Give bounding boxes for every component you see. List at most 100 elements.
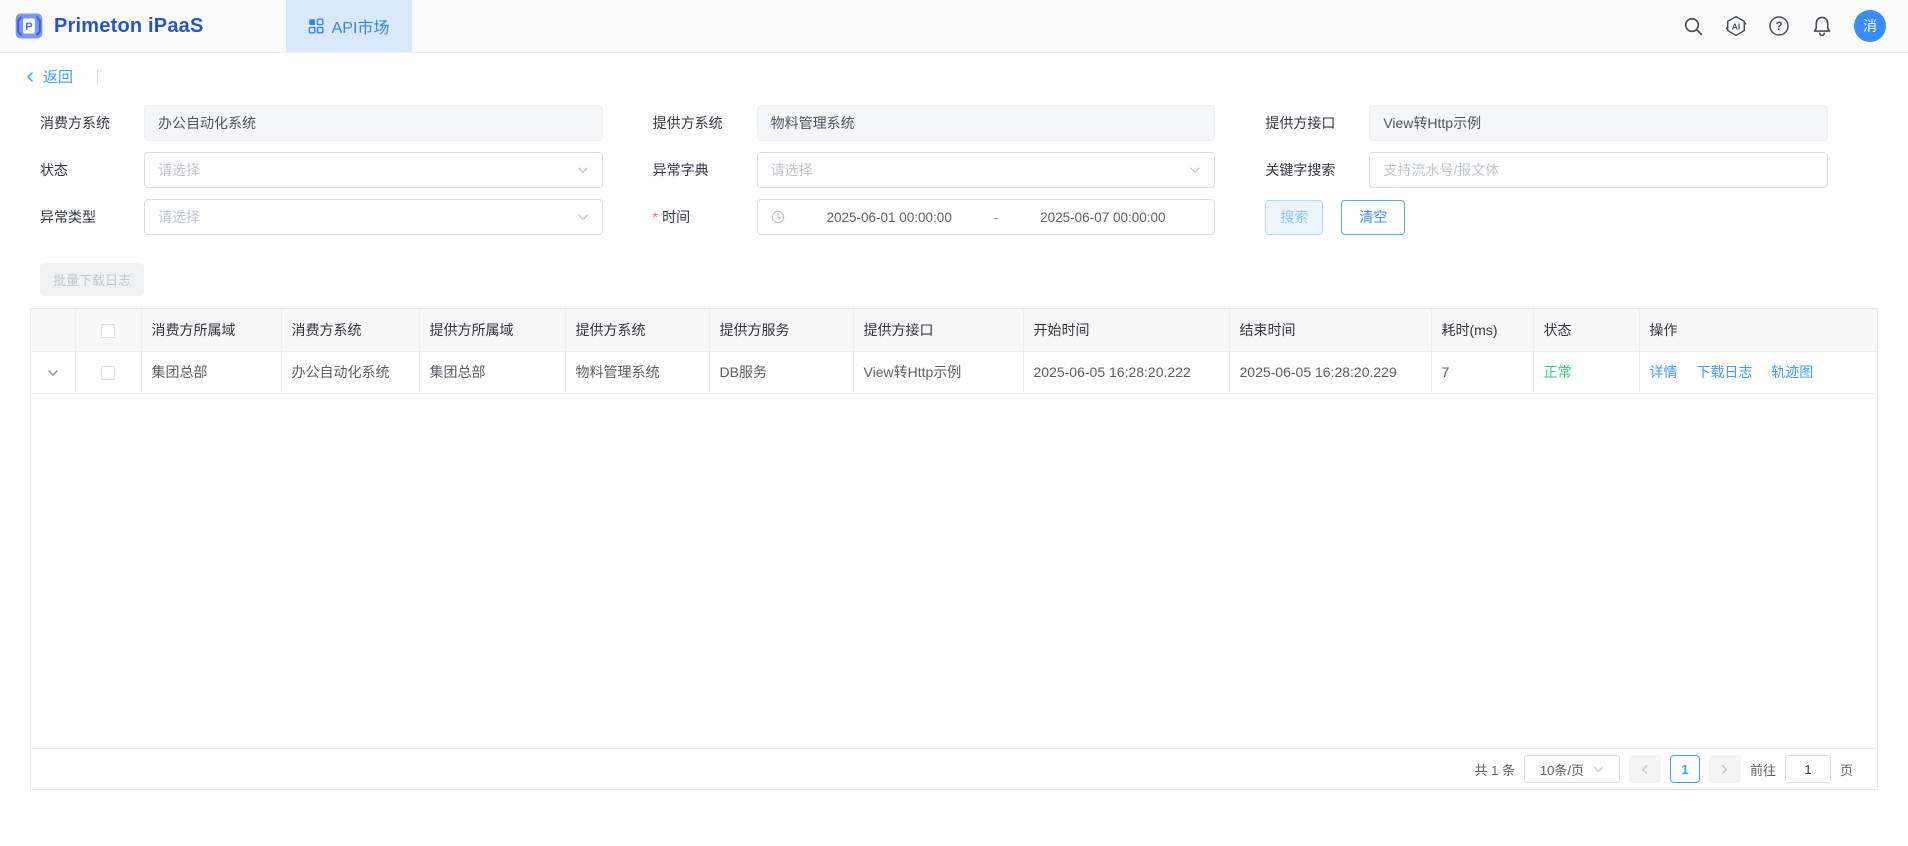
select-all-cell xyxy=(75,309,141,351)
time-range-start[interactable]: 2025-06-01 00:00:00 xyxy=(791,210,988,225)
primeton-logo-icon: P xyxy=(14,11,44,41)
user-avatar-text: 消 xyxy=(1863,16,1877,36)
consumer-system-value: 办公自动化系统 xyxy=(158,113,256,133)
field-status: 状态 请选择 xyxy=(40,152,603,188)
row-expand-cell xyxy=(31,351,75,393)
keyword-label: 关键字搜索 xyxy=(1265,160,1369,180)
time-label-text: 时间 xyxy=(662,209,690,225)
col-consumer-system: 消费方系统 xyxy=(281,309,419,351)
back-label: 返回 xyxy=(43,66,73,87)
cell-consumer-system: 办公自动化系统 xyxy=(281,351,419,393)
col-provider-domain: 提供方所属域 xyxy=(419,309,565,351)
brand-title: Primeton iPaaS xyxy=(54,15,204,38)
cell-provider-api: View转Http示例 xyxy=(853,351,1023,393)
cell-status: 正常 xyxy=(1533,351,1639,393)
ai-assistant-icon[interactable]: AI xyxy=(1725,15,1747,37)
field-exception-type: 异常类型 请选择 xyxy=(40,199,603,235)
page-unit-label: 页 xyxy=(1840,760,1853,779)
trace-map-link[interactable]: 轨迹图 xyxy=(1771,364,1813,380)
row-select-cell xyxy=(75,351,141,393)
cell-actions: 详情 下载日志 轨迹图 xyxy=(1639,351,1877,393)
exception-type-label: 异常类型 xyxy=(40,207,144,227)
filter-form: 消费方系统 办公自动化系统 提供方系统 物料管理系统 提供方接口 View转Ht… xyxy=(0,100,1908,235)
exception-dict-select[interactable]: 请选择 xyxy=(757,152,1216,188)
field-keyword: 关键字搜索 支持流水号/报文体 xyxy=(1265,152,1828,188)
time-range-picker[interactable]: 2025-06-01 00:00:00 - 2025-06-07 00:00:0… xyxy=(757,199,1216,235)
detail-link[interactable]: 详情 xyxy=(1650,364,1678,380)
select-all-checkbox[interactable] xyxy=(101,324,115,338)
col-status: 状态 xyxy=(1533,309,1639,351)
cell-start-time: 2025-06-05 16:28:20.222 xyxy=(1023,351,1229,393)
cell-provider-domain: 集团总部 xyxy=(419,351,565,393)
chevron-down-icon xyxy=(577,211,589,223)
expand-column-header xyxy=(31,309,75,351)
keyword-input[interactable]: 支持流水号/报文体 xyxy=(1369,152,1828,188)
back-bar: 返回 xyxy=(0,53,1908,100)
brand: P Primeton iPaaS xyxy=(0,0,222,52)
tab-api-market[interactable]: API市场 xyxy=(286,0,412,52)
top-bar: P Primeton iPaaS API市场 xyxy=(0,0,1908,53)
page-size-value: 10条/页 xyxy=(1540,760,1584,779)
clock-icon xyxy=(771,210,785,224)
user-avatar[interactable]: 消 xyxy=(1854,10,1886,42)
log-table: 消费方所属域 消费方系统 提供方所属域 提供方系统 提供方服务 提供方接口 开始… xyxy=(31,309,1877,394)
prev-page-button[interactable] xyxy=(1629,755,1661,783)
col-end-time: 结束时间 xyxy=(1229,309,1431,351)
col-consumer-domain: 消费方所属域 xyxy=(141,309,281,351)
help-icon[interactable]: ? xyxy=(1768,15,1790,37)
table-row: 集团总部 办公自动化系统 集团总部 物料管理系统 DB服务 View转Http示… xyxy=(31,351,1877,393)
col-provider-api: 提供方接口 xyxy=(853,309,1023,351)
cell-provider-service: DB服务 xyxy=(709,351,853,393)
search-icon[interactable] xyxy=(1682,15,1704,37)
next-page-button[interactable] xyxy=(1709,755,1741,783)
page-number-button[interactable]: 1 xyxy=(1670,755,1700,783)
time-label: *时间 xyxy=(653,207,757,227)
topbar-actions: AI ? 消 xyxy=(1682,0,1908,52)
col-provider-service: 提供方服务 xyxy=(709,309,853,351)
field-provider-api: 提供方接口 View转Http示例 xyxy=(1265,105,1828,141)
provider-system-label: 提供方系统 xyxy=(653,113,757,133)
col-actions: 操作 xyxy=(1639,309,1877,351)
log-table-container: 消费方所属域 消费方系统 提供方所属域 提供方系统 提供方服务 提供方接口 开始… xyxy=(30,308,1878,790)
chevron-down-icon xyxy=(1593,764,1604,775)
cell-consumer-domain: 集团总部 xyxy=(141,351,281,393)
back-button[interactable]: 返回 xyxy=(24,66,73,87)
chevron-down-icon xyxy=(1189,164,1201,176)
table-empty-area xyxy=(31,394,1877,749)
keyword-placeholder: 支持流水号/报文体 xyxy=(1383,160,1499,180)
appstore-icon xyxy=(308,18,324,34)
cell-cost-ms: 7 xyxy=(1431,351,1533,393)
exception-type-placeholder: 请选择 xyxy=(158,207,200,227)
status-select[interactable]: 请选择 xyxy=(144,152,603,188)
exception-type-select[interactable]: 请选择 xyxy=(144,199,603,235)
clear-button[interactable]: 清空 xyxy=(1341,200,1405,235)
tab-api-market-label: API市场 xyxy=(332,14,390,38)
provider-api-input: View转Http示例 xyxy=(1369,105,1828,141)
goto-page-input[interactable]: 1 xyxy=(1785,755,1831,783)
search-button[interactable]: 搜索 xyxy=(1265,200,1323,235)
svg-text:?: ? xyxy=(1775,21,1782,33)
time-range-separator: - xyxy=(994,209,999,225)
field-time-range: *时间 2025-06-01 00:00:00 - 2025-06-07 00:… xyxy=(653,199,1216,235)
download-log-link[interactable]: 下载日志 xyxy=(1696,364,1752,380)
table-toolbar: 批量下载日志 xyxy=(0,235,1908,308)
provider-api-value: View转Http示例 xyxy=(1383,113,1481,133)
provider-api-label: 提供方接口 xyxy=(1265,113,1369,133)
field-exception-dict: 异常字典 请选择 xyxy=(653,152,1216,188)
filter-buttons: 搜索 清空 xyxy=(1265,199,1828,235)
time-range-end[interactable]: 2025-06-07 00:00:00 xyxy=(1004,210,1201,225)
col-provider-system: 提供方系统 xyxy=(565,309,709,351)
status-label: 状态 xyxy=(40,160,144,180)
notifications-bell-icon[interactable] xyxy=(1811,15,1833,37)
page-size-select[interactable]: 10条/页 xyxy=(1524,755,1620,783)
divider xyxy=(97,69,98,85)
col-cost-ms: 耗时(ms) xyxy=(1431,309,1533,351)
batch-download-logs-button[interactable]: 批量下载日志 xyxy=(40,263,144,296)
row-checkbox[interactable] xyxy=(101,366,115,380)
provider-system-input: 物料管理系统 xyxy=(757,105,1216,141)
expand-chevron-icon[interactable] xyxy=(47,364,59,380)
exception-dict-placeholder: 请选择 xyxy=(771,160,813,180)
provider-system-value: 物料管理系统 xyxy=(771,113,855,133)
status-badge: 正常 xyxy=(1544,364,1572,380)
pagination-bar: 共 1 条 10条/页 1 前往 1 页 xyxy=(31,748,1877,789)
